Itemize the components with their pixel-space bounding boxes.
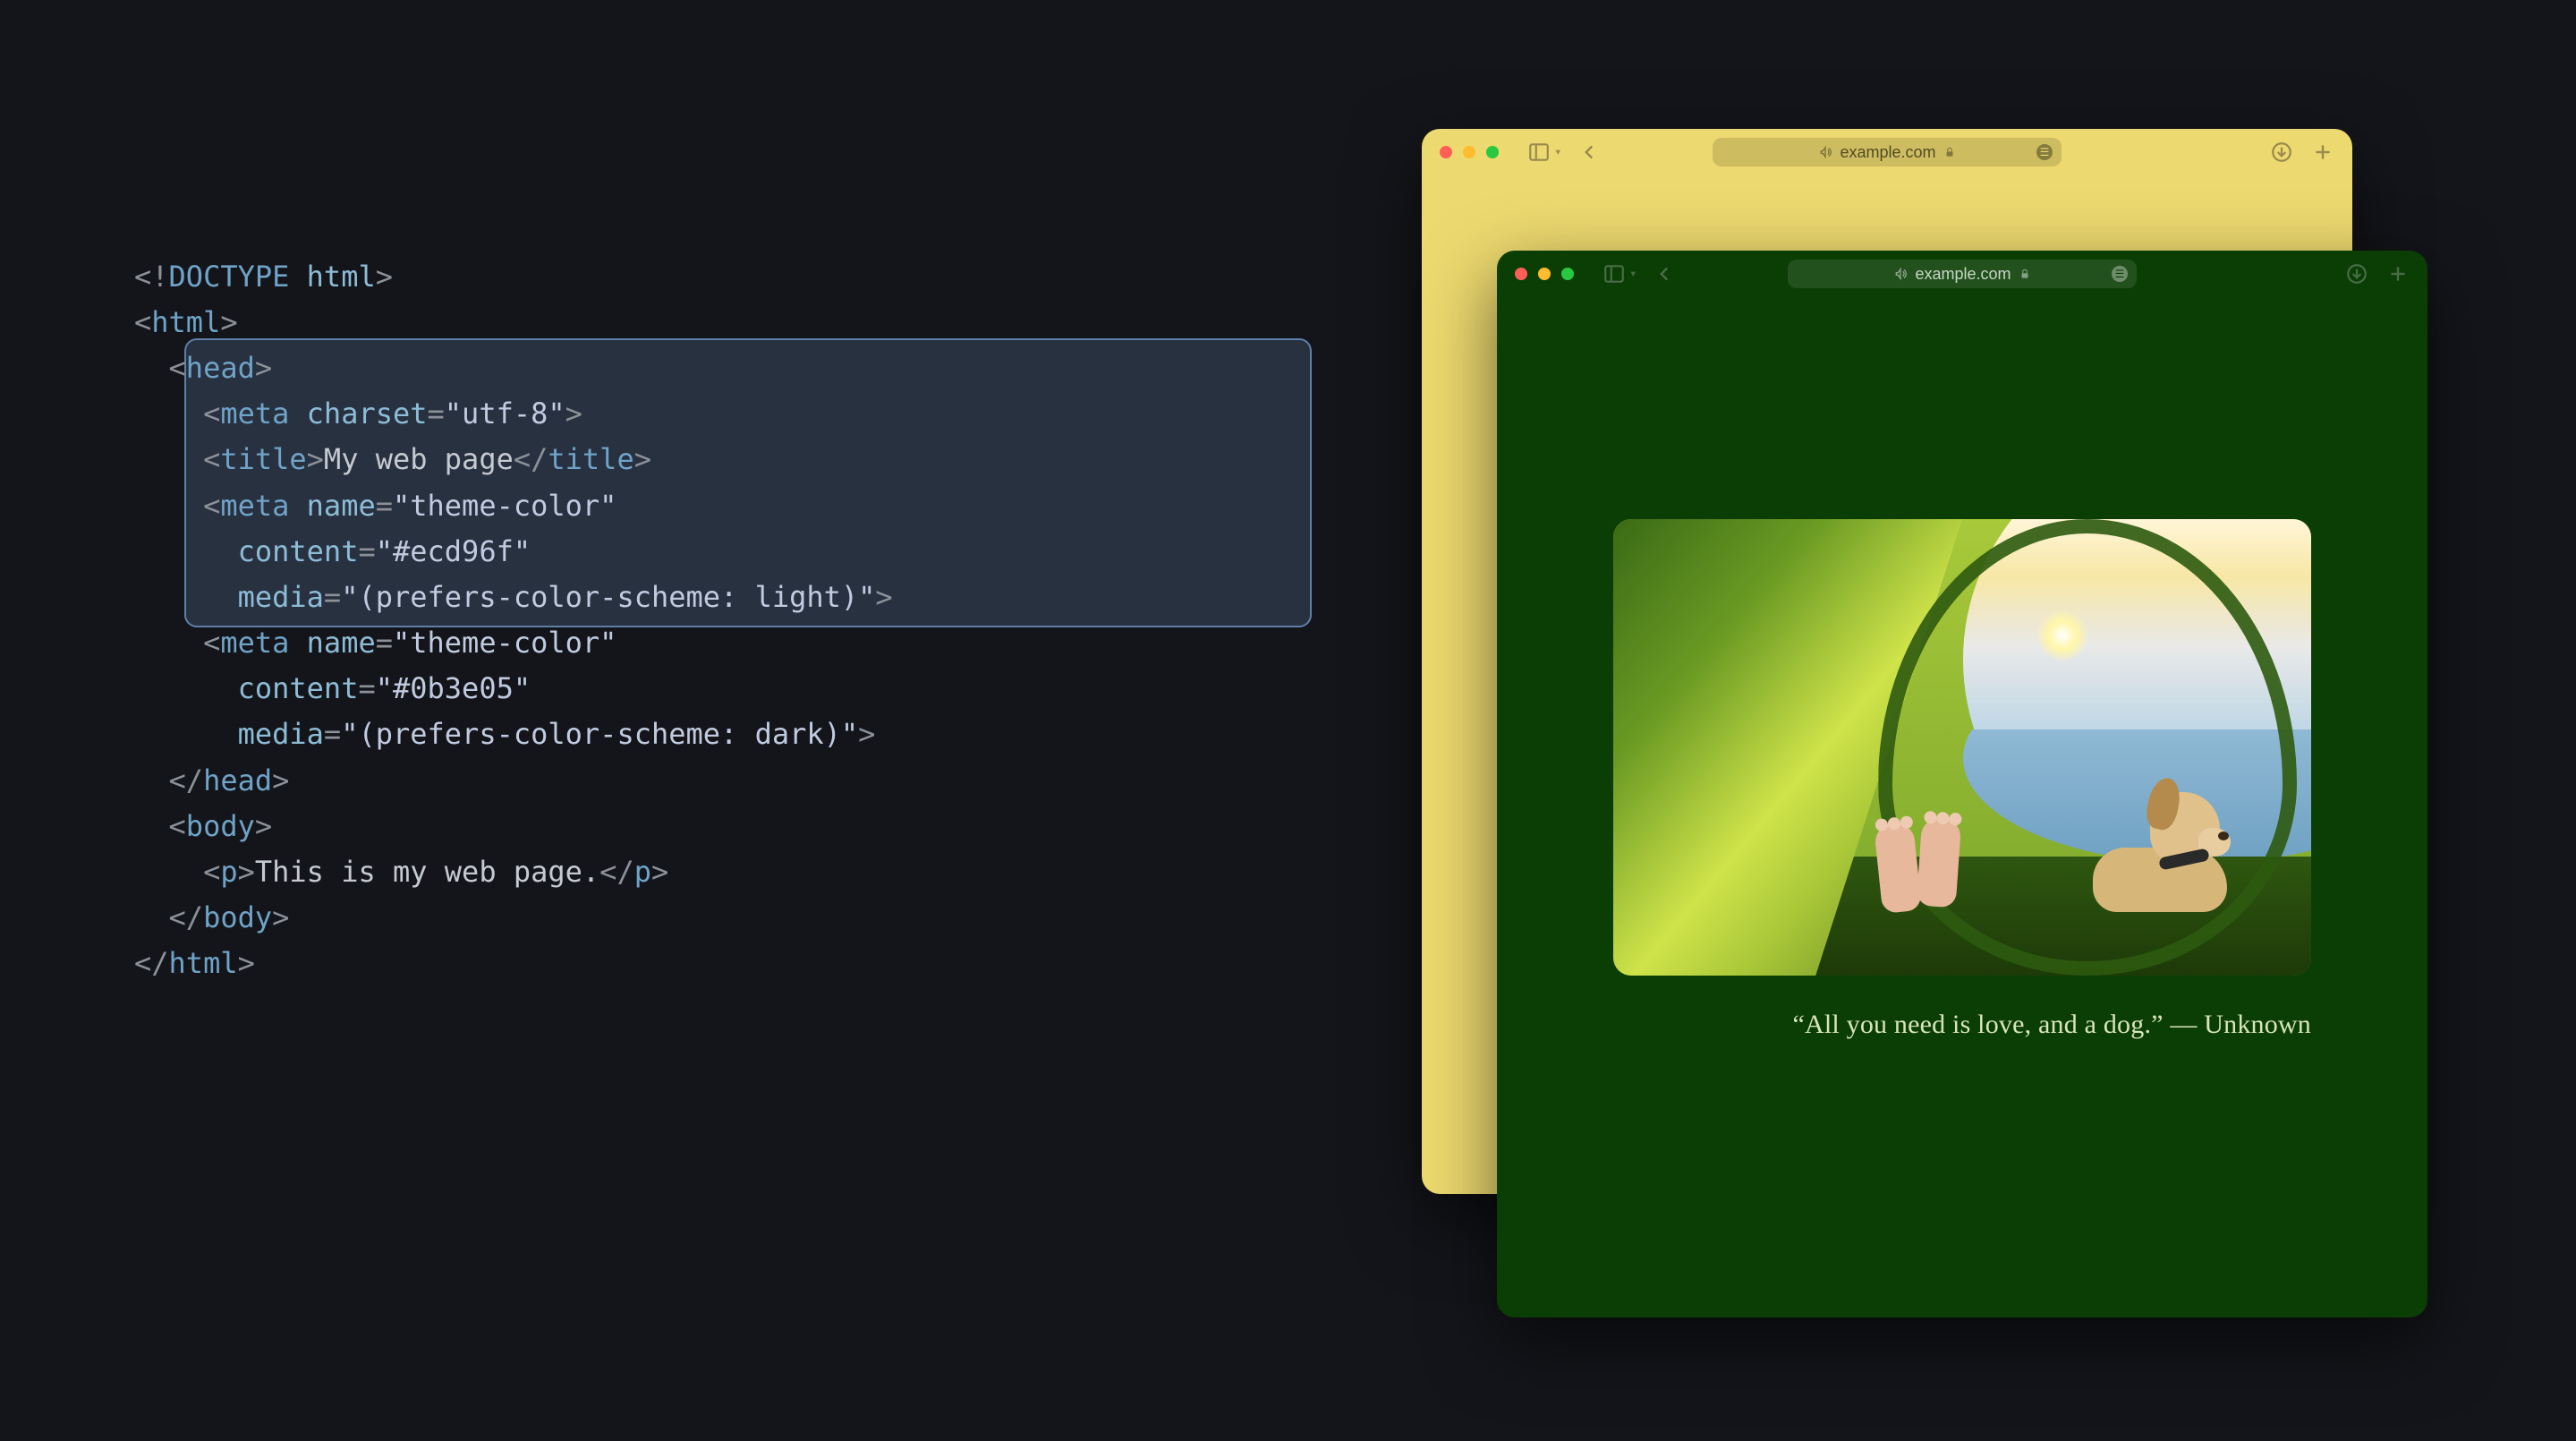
code-line: <body> <box>134 804 1333 849</box>
code-line: media="(prefers-color-scheme: dark)"> <box>134 712 1333 757</box>
window-traffic-lights <box>1440 146 1499 158</box>
minimize-icon[interactable] <box>1463 146 1475 158</box>
minimize-icon[interactable] <box>1538 268 1551 280</box>
chevron-down-icon: ▾ <box>1629 267 1637 281</box>
dog-illustration <box>2093 787 2227 912</box>
chevron-down-icon: ▾ <box>1554 145 1561 159</box>
back-button[interactable] <box>1577 141 1601 164</box>
code-line: <title>My web page</title> <box>134 437 1333 482</box>
code-line: </html> <box>134 941 1333 986</box>
close-icon[interactable] <box>1515 268 1527 280</box>
code-line: <p>This is my web page.</p> <box>134 849 1333 895</box>
url-label: example.com <box>1840 143 1935 162</box>
back-button[interactable] <box>1653 262 1676 286</box>
window-traffic-lights <box>1515 268 1574 280</box>
new-tab-button[interactable] <box>2386 262 2410 286</box>
sidebar-toggle-button[interactable]: ▾ <box>1527 141 1561 164</box>
code-line: <meta name="theme-color" <box>134 620 1333 666</box>
code-line: <meta name="theme-color" <box>134 483 1333 529</box>
close-icon[interactable] <box>1440 146 1452 158</box>
code-editor: <!DOCTYPE html><html> <head> <meta chars… <box>134 116 1333 1033</box>
hero-image <box>1613 519 2311 976</box>
code-line: <meta charset="utf-8"> <box>134 391 1333 437</box>
code-line: content="#ecd96f" <box>134 529 1333 575</box>
zoom-icon[interactable] <box>1561 268 1574 280</box>
browser-toolbar-light: ▾ example.com ☰ <box>1422 129 2352 175</box>
reader-icon[interactable]: ☰ <box>2036 144 2053 160</box>
code-lines: <!DOCTYPE html><html> <head> <meta chars… <box>134 254 1333 987</box>
url-label: example.com <box>1915 265 2011 284</box>
sidebar-toggle-button[interactable]: ▾ <box>1603 262 1637 286</box>
code-line: media="(prefers-color-scheme: light)"> <box>134 575 1333 620</box>
site-settings-icon <box>1893 267 1908 281</box>
address-bar[interactable]: example.com ☰ <box>1788 260 2137 288</box>
page-quote: “All you need is love, and a dog.” — Unk… <box>1613 1010 2311 1040</box>
reader-icon[interactable]: ☰ <box>2112 266 2128 282</box>
browser-window-dark: ▾ example.com ☰ <box>1497 251 2427 1317</box>
site-settings-icon <box>1818 145 1832 159</box>
code-line: <!DOCTYPE html> <box>134 254 1333 300</box>
lock-icon <box>1943 146 1956 158</box>
lock-icon <box>2019 268 2031 280</box>
downloads-button[interactable] <box>2270 141 2293 164</box>
code-line: <head> <box>134 345 1333 391</box>
code-line: </body> <box>134 895 1333 941</box>
code-line: <html> <box>134 300 1333 345</box>
code-line: content="#0b3e05" <box>134 666 1333 712</box>
feet-illustration <box>1878 796 1959 912</box>
browser-toolbar-dark: ▾ example.com ☰ <box>1497 251 2427 297</box>
sidebar-icon <box>1527 141 1551 164</box>
address-bar[interactable]: example.com ☰ <box>1713 138 2062 166</box>
sidebar-icon <box>1603 262 1626 286</box>
zoom-icon[interactable] <box>1486 146 1499 158</box>
page-content: “All you need is love, and a dog.” — Unk… <box>1613 519 2311 1040</box>
new-tab-button[interactable] <box>2311 141 2334 164</box>
downloads-button[interactable] <box>2345 262 2368 286</box>
browser-preview-stack: ▾ example.com ☰ <box>1422 129 2424 1310</box>
code-line: </head> <box>134 758 1333 804</box>
